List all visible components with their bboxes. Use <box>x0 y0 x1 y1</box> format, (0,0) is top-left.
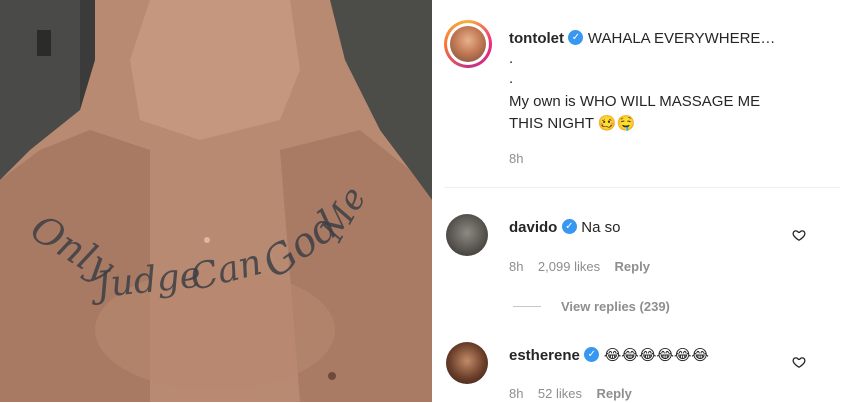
comment-likes[interactable]: 2,099 likes <box>538 259 600 274</box>
reply-button[interactable]: Reply <box>596 386 631 401</box>
caption-line-2: My own is WHO WILL MASSAGE ME <box>509 93 761 110</box>
photo-scene <box>0 0 432 402</box>
comment-likes[interactable]: 52 likes <box>538 386 582 401</box>
caption-line-1: WAHALA EVERYWHERE… <box>587 30 776 47</box>
comment-text: Na so <box>581 219 621 236</box>
comment-header: davido ✓ Na so <box>509 219 620 237</box>
comment-meta: 8h 2,099 likes Reply <box>509 258 650 276</box>
like-heart-icon[interactable] <box>792 355 806 369</box>
verified-badge-icon: ✓ <box>584 347 600 363</box>
poster-username[interactable]: tontolet <box>509 30 564 47</box>
caption-dot: . <box>509 70 514 87</box>
reply-button[interactable]: Reply <box>615 259 650 274</box>
verified-badge-icon: ✓ <box>561 219 577 235</box>
comment-text: 😂😂😂😂😂😂 <box>603 346 709 364</box>
commenter-username[interactable]: davido <box>509 219 557 236</box>
view-replies-line <box>513 306 541 307</box>
verified-badge-icon: ✓ <box>568 30 584 46</box>
commenter-avatar[interactable] <box>446 214 488 256</box>
like-heart-icon[interactable] <box>792 228 806 242</box>
divider <box>444 187 840 188</box>
post-photo: Only Judge Can God Me <box>0 0 432 402</box>
caption-emojis: 🥴🤤 <box>597 114 636 132</box>
caption-dot: . <box>509 50 514 67</box>
poster-avatar-image <box>450 26 486 62</box>
comment-timestamp[interactable]: 8h <box>509 259 523 274</box>
poster-avatar[interactable] <box>444 20 492 68</box>
caption-header: tontolet ✓ WAHALA EVERYWHERE… <box>509 30 775 48</box>
post-timestamp[interactable]: 8h <box>509 151 523 166</box>
comment-meta: 8h 52 likes Reply <box>509 385 632 403</box>
caption-line-3-wrap: THIS NIGHT 🥴🤤 <box>509 114 635 132</box>
commenter-username[interactable]: estherene <box>509 347 580 364</box>
comment-timestamp[interactable]: 8h <box>509 386 523 401</box>
view-replies-button[interactable]: View replies (239) <box>561 299 670 314</box>
caption-line-3: THIS NIGHT <box>509 115 594 132</box>
commenter-avatar[interactable] <box>446 342 488 384</box>
comment-header: estherene ✓ 😂😂😂😂😂😂 <box>509 346 709 365</box>
